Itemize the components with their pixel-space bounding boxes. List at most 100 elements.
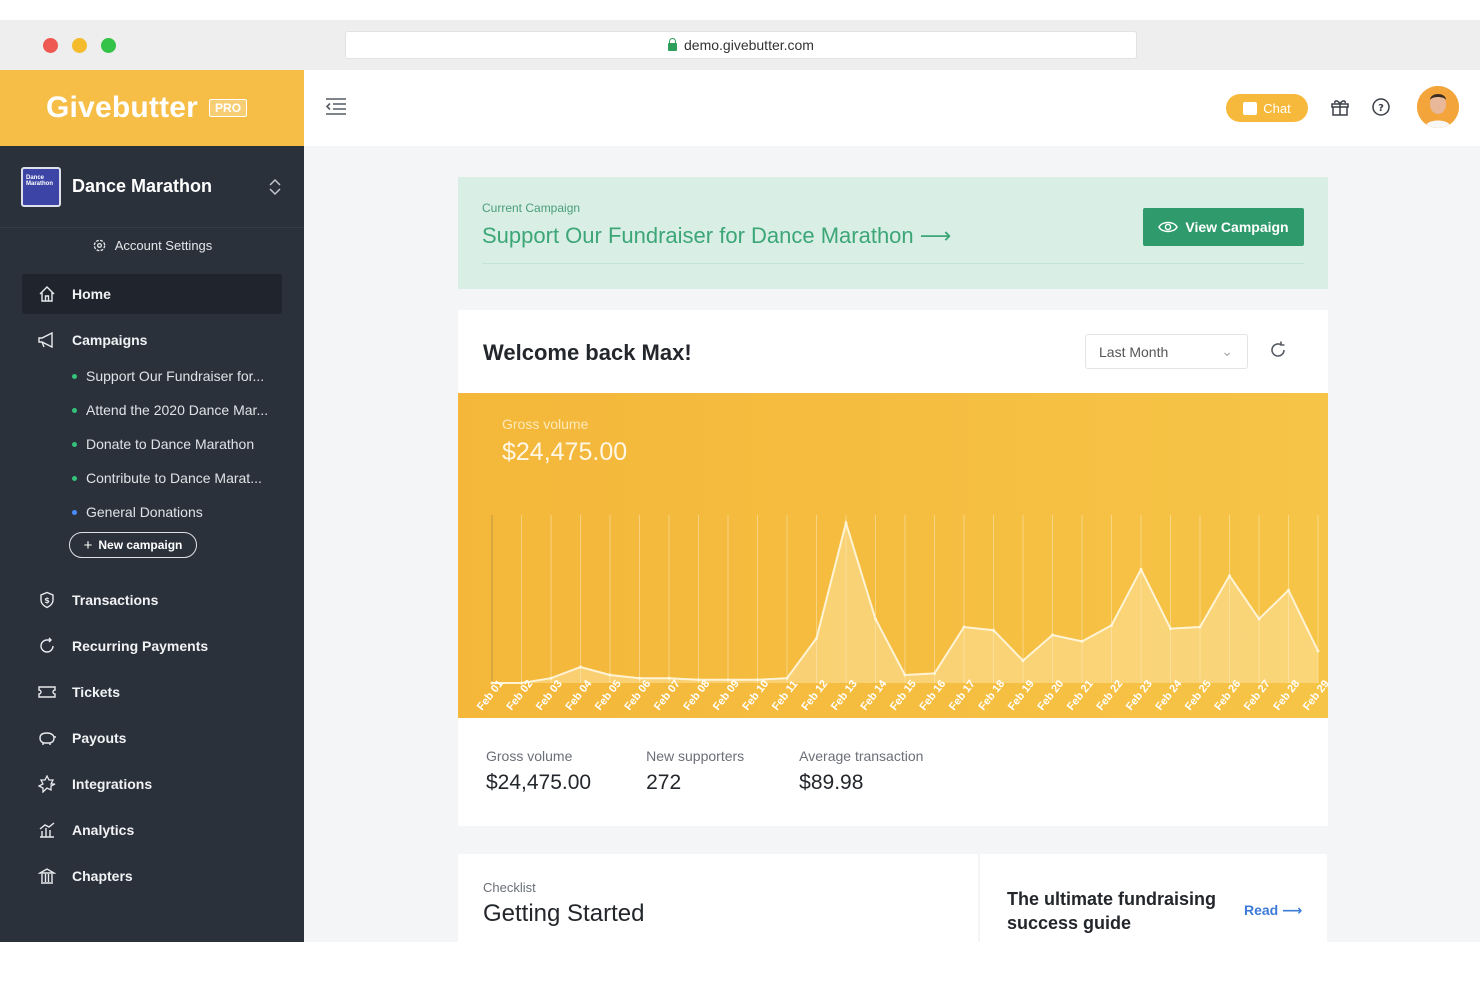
address-bar[interactable]: demo.givebutter.com <box>345 31 1137 59</box>
stat-gross-volume: Gross volume $24,475.00 <box>486 748 591 795</box>
piggy-bank-icon <box>37 728 57 748</box>
shield-dollar-icon: $ <box>37 590 57 610</box>
org-switcher[interactable]: Dance Marathon Dance Marathon <box>0 146 304 228</box>
data-point[interactable] <box>962 625 966 629</box>
stat-label: Average transaction <box>799 748 924 764</box>
period-select[interactable]: Last Month ⌄ <box>1085 334 1248 369</box>
chat-button[interactable]: Chat <box>1226 94 1308 122</box>
chart-icon <box>37 820 57 840</box>
data-point[interactable] <box>638 676 641 680</box>
data-point[interactable] <box>1021 659 1025 663</box>
data-point[interactable] <box>933 671 936 675</box>
data-point[interactable] <box>667 676 671 680</box>
guide-card: The ultimate fundraising success guide R… <box>980 854 1327 942</box>
plus-icon: + <box>83 536 93 554</box>
sidebar-item-label: Recurring Payments <box>72 638 209 654</box>
data-point[interactable] <box>1080 639 1084 643</box>
svg-text:?: ? <box>1378 103 1384 114</box>
new-campaign-label: New campaign <box>98 538 183 552</box>
sidebar-item-recurring-payments[interactable]: Recurring Payments <box>22 626 282 666</box>
sidebar-item-label: Campaigns <box>72 332 148 348</box>
data-point[interactable] <box>1139 567 1143 571</box>
refresh-icon[interactable] <box>1268 340 1288 360</box>
sidebar-item-label: Integrations <box>72 776 153 792</box>
checklist-title: Getting Started <box>483 900 645 927</box>
stat-value: 272 <box>646 771 682 794</box>
sidebar-nav: Home Campaigns Support Our Fundraiser fo… <box>0 262 304 896</box>
active-dot-icon <box>72 441 77 447</box>
data-point[interactable] <box>815 636 818 640</box>
megaphone-icon <box>37 330 57 350</box>
maximize-window-button[interactable] <box>101 38 116 53</box>
banner-label: Current Campaign <box>482 201 581 215</box>
data-point[interactable] <box>874 617 877 621</box>
user-avatar[interactable] <box>1417 86 1459 128</box>
data-point[interactable] <box>1169 627 1172 631</box>
x-tick-label: Feb 08 <box>681 678 712 713</box>
pro-badge: PRO <box>209 99 248 117</box>
data-point[interactable] <box>785 676 789 680</box>
campaign-item[interactable]: General Donations <box>22 495 282 529</box>
account-settings-link[interactable]: Account Settings <box>0 228 304 262</box>
eye-icon <box>1158 221 1179 233</box>
data-point[interactable] <box>903 673 907 677</box>
x-tick-label: Feb 23 <box>1124 678 1155 713</box>
data-point[interactable] <box>1110 623 1113 627</box>
stat-label: New supporters <box>646 748 745 764</box>
stat-label: Gross volume <box>486 748 573 764</box>
sidebar-item-chapters[interactable]: Chapters <box>22 856 282 896</box>
menu-collapse-icon[interactable] <box>325 97 347 117</box>
chevron-up-down-icon[interactable] <box>268 178 282 196</box>
campaign-item[interactable]: Attend the 2020 Dance Mar... <box>22 393 282 427</box>
period-value: Last Month <box>1099 343 1169 360</box>
data-point[interactable] <box>844 521 848 525</box>
data-point[interactable] <box>992 628 995 632</box>
campaign-item[interactable]: Support Our Fundraiser for... <box>22 359 282 393</box>
data-point[interactable] <box>1287 588 1290 592</box>
new-campaign-button[interactable]: + New campaign <box>69 532 197 558</box>
x-tick-label: Feb 22 <box>1094 678 1125 713</box>
close-window-button[interactable] <box>43 38 58 53</box>
stat-average-transaction: Average transaction $89.98 <box>799 748 923 795</box>
x-tick-label: Feb 10 <box>740 678 771 713</box>
sidebar-item-payouts[interactable]: Payouts <box>22 718 282 758</box>
ticket-icon <box>37 682 57 702</box>
chart-svg: Feb 01Feb 02Feb 03Feb 04Feb 05Feb 06Feb … <box>475 515 1328 713</box>
help-icon[interactable]: ? <box>1371 97 1391 117</box>
x-tick-label: Feb 17 <box>947 678 978 713</box>
user-photo-icon <box>1417 86 1459 128</box>
brand-logo[interactable]: Givebutter <box>46 91 198 125</box>
account-settings-label: Account Settings <box>114 237 213 253</box>
x-tick-label: Feb 21 <box>1065 678 1096 713</box>
campaign-item-label: General Donations <box>86 504 203 520</box>
data-point[interactable] <box>1228 574 1231 578</box>
url-text: demo.givebutter.com <box>684 37 814 53</box>
data-point[interactable] <box>1198 625 1202 629</box>
campaign-title-link[interactable]: Support Our Fundraiser for Dance Maratho… <box>482 223 951 249</box>
divider <box>482 263 1304 264</box>
view-campaign-button[interactable]: View Campaign <box>1143 208 1304 246</box>
campaign-item[interactable]: Donate to Dance Marathon <box>22 427 282 461</box>
sidebar-item-campaigns[interactable]: Campaigns <box>22 320 282 360</box>
sidebar-item-home[interactable]: Home <box>22 274 282 314</box>
data-point[interactable] <box>549 676 553 680</box>
data-point[interactable] <box>579 665 582 669</box>
checklist-card[interactable]: Checklist Getting Started <box>458 854 978 942</box>
guide-title: The ultimate fundraising success guide <box>1007 889 1217 933</box>
read-guide-link[interactable]: Read ⟶ <box>1244 902 1302 919</box>
brand-bar: Givebutter PRO <box>0 70 304 146</box>
campaign-item[interactable]: Contribute to Dance Marat... <box>22 461 282 495</box>
sidebar-item-analytics[interactable]: Analytics <box>22 810 282 850</box>
gift-icon[interactable] <box>1330 97 1350 117</box>
data-point[interactable] <box>1316 649 1320 653</box>
sidebar-item-tickets[interactable]: Tickets <box>22 672 282 712</box>
data-point[interactable] <box>608 673 612 677</box>
home-icon <box>37 284 57 304</box>
data-point[interactable] <box>1051 633 1054 637</box>
sidebar-item-integrations[interactable]: Integrations <box>22 764 282 804</box>
sidebar-item-transactions[interactable]: $ Transactions <box>22 580 282 620</box>
data-point[interactable] <box>1257 617 1261 621</box>
sidebar: Givebutter PRO Dance Marathon Dance Mara… <box>0 70 304 942</box>
active-dot-icon <box>72 373 77 379</box>
minimize-window-button[interactable] <box>72 38 87 53</box>
